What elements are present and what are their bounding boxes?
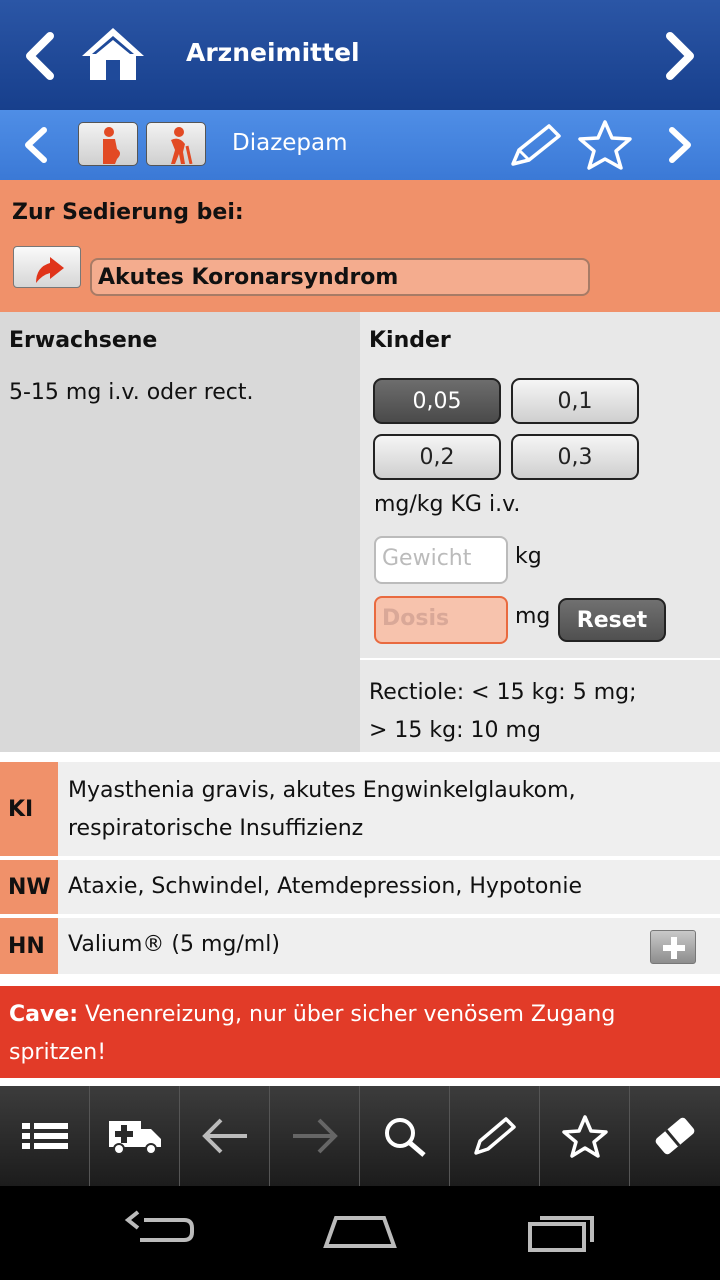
contraindications-line: Myasthenia gravis, akutes Engwinkelglauk… [68, 778, 576, 803]
dose-option-button[interactable]: 0,05 [373, 378, 501, 424]
children-dosage-panel: Kinder 0,05 0,1 0,2 0,3 mg/kg KG i.v. Ge… [360, 312, 720, 658]
contraindications-label: KI [0, 762, 58, 856]
caution-label: Cave: [9, 1002, 79, 1027]
forward-arrow-icon [292, 1118, 338, 1154]
system-nav-bar [0, 1186, 720, 1280]
contraindications-row: KI Myasthenia gravis, akutes Engwinkelgl… [0, 762, 720, 856]
children-note: Rectiole: < 15 kg: 5 mg; > 15 kg: 10 mg [369, 674, 637, 750]
back-arrow-icon [201, 1118, 247, 1154]
pregnancy-icon [103, 127, 120, 164]
nav-back-icon[interactable] [124, 1210, 196, 1250]
dose-option-button[interactable]: 0,2 [373, 434, 501, 480]
redirect-arrow-icon [36, 257, 64, 283]
title-bar: Arzneimittel [0, 0, 720, 110]
caution-banner: Cave: Venenreizung, nur über sicher venö… [0, 986, 720, 1078]
nav-home-icon[interactable] [322, 1210, 398, 1250]
caution-text: Venenreizung, nur über sicher venösem Zu… [9, 1002, 616, 1065]
page-title: Arzneimittel [186, 38, 360, 67]
adult-dose: 5-15 mg i.v. oder rect. [9, 380, 254, 405]
side-effects-label: NW [0, 860, 58, 914]
elderly-icon [171, 127, 193, 164]
children-heading: Kinder [369, 328, 451, 353]
indication-link[interactable]: Akutes Koronarsyndrom [90, 258, 590, 296]
plus-icon [663, 937, 685, 959]
side-effects-row: NW Ataxie, Schwindel, Atemdepression, Hy… [0, 860, 720, 914]
contraindications-text: Myasthenia gravis, akutes Engwinkelglauk… [58, 762, 720, 856]
bottom-toolbar [0, 1086, 720, 1186]
eraser-icon [655, 1117, 695, 1155]
adult-dosage-panel: Erwachsene 5-15 mg i.v. oder rect. [0, 312, 360, 752]
weight-unit-label: kg [515, 544, 542, 569]
emergency-button[interactable] [90, 1086, 180, 1186]
weight-input[interactable]: Gewicht [374, 536, 508, 584]
star-icon [561, 1115, 608, 1158]
dose-option-button[interactable]: 0,1 [511, 378, 639, 424]
previous-drug-icon[interactable] [18, 124, 54, 166]
trade-names-row: HN Valium® (5 mg/ml) [0, 918, 720, 974]
reset-button[interactable]: Reset [558, 598, 666, 642]
back-icon[interactable] [18, 30, 62, 82]
clear-button[interactable] [630, 1086, 720, 1186]
indication-section: Zur Sedierung bei: Akutes Koronarsyndrom [0, 180, 720, 312]
history-forward-button[interactable] [270, 1086, 360, 1186]
star-icon[interactable] [576, 118, 634, 172]
side-effects-text: Ataxie, Schwindel, Atemdepression, Hypot… [58, 860, 720, 914]
children-note-panel: Rectiole: < 15 kg: 5 mg; > 15 kg: 10 mg [360, 660, 720, 752]
next-drug-icon[interactable] [662, 124, 698, 166]
dose-option-button[interactable]: 0,3 [511, 434, 639, 480]
search-icon [384, 1118, 426, 1157]
dose-input[interactable]: Dosis [374, 596, 508, 644]
contraindications-line: respiratorische Insuffizienz [68, 816, 364, 841]
pencil-icon[interactable] [505, 118, 565, 172]
drug-bar: Diazepam [0, 110, 720, 180]
expand-button[interactable] [650, 930, 696, 964]
link-button[interactable] [13, 246, 81, 288]
trade-names-text: Valium® (5 mg/ml) [58, 918, 720, 974]
list-icon [21, 1123, 68, 1149]
trade-names-label: HN [0, 918, 58, 974]
indication-label: Zur Sedierung bei: [12, 200, 244, 225]
ambulance-icon [108, 1121, 161, 1155]
search-button[interactable] [360, 1086, 450, 1186]
pencil-icon [473, 1117, 516, 1155]
dose-unit-label: mg/kg KG i.v. [374, 492, 521, 517]
forward-icon[interactable] [658, 30, 702, 82]
home-icon[interactable] [78, 24, 148, 84]
drug-name: Diazepam [232, 130, 348, 156]
history-back-button[interactable] [180, 1086, 270, 1186]
nav-recents-icon[interactable] [526, 1210, 598, 1254]
adult-heading: Erwachsene [9, 328, 158, 353]
favorites-button[interactable] [540, 1086, 630, 1186]
children-note-line: Rectiole: < 15 kg: 5 mg; [369, 680, 637, 705]
list-button[interactable] [0, 1086, 90, 1186]
dose-result-unit-label: mg [515, 604, 551, 629]
elderly-button[interactable] [146, 122, 206, 166]
pregnancy-button[interactable] [78, 122, 138, 166]
children-note-line: > 15 kg: 10 mg [369, 718, 541, 743]
notes-button[interactable] [450, 1086, 540, 1186]
